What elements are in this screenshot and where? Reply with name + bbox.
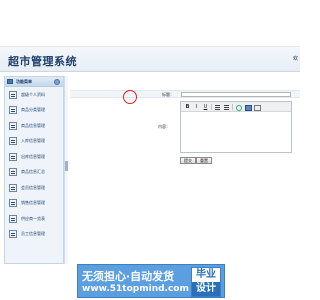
sidebar-item-member[interactable]: 会员信息管理 <box>5 180 63 196</box>
sidebar-item-category[interactable]: 商品分类管理 <box>5 103 63 119</box>
watermark-url: www.51topmind.com <box>82 284 189 294</box>
watermark-slogan: 无须担心·自动发货 <box>82 270 175 283</box>
document-icon <box>9 106 17 115</box>
document-icon <box>9 214 17 223</box>
bold-button[interactable]: B <box>184 103 191 110</box>
unordered-list-icon[interactable] <box>223 103 230 110</box>
sidebar: 功能菜单 超级个人资料 商品分类管理 商品信息管理 入库信息管理 出库信息管理 … <box>4 76 64 264</box>
rich-text-editor[interactable]: B I U <box>180 101 292 153</box>
watermark-badge-top: 毕业 <box>196 269 216 280</box>
sidebar-item-stock-out[interactable]: 出库信息管理 <box>5 149 63 165</box>
link-icon[interactable] <box>235 103 242 110</box>
title-label: 标题： <box>162 92 174 97</box>
document-icon <box>9 183 17 192</box>
italic-button[interactable]: I <box>193 103 200 110</box>
menu-icon <box>7 79 13 84</box>
sidebar-item-label: 会员信息管理 <box>21 184 45 190</box>
underline-button[interactable]: U <box>202 103 209 110</box>
app-header: 超市管理系统 欢 <box>0 46 300 72</box>
watermark-banner: 无须担心·自动发货 www.51topmind.com 毕业 设计 <box>77 264 225 298</box>
collapse-icon[interactable] <box>54 79 60 85</box>
document-icon <box>9 137 17 146</box>
sidebar-item-label: 销售信息管理 <box>21 200 45 206</box>
editor-toolbar: B I U <box>181 102 291 112</box>
sidebar-item-label: 商品信息管理 <box>21 122 45 128</box>
sidebar-item-product[interactable]: 商品信息管理 <box>5 118 63 134</box>
app-window: 超市管理系统 欢 功能菜单 超级个人资料 商品分类管理 商品信息管理 入库信息管… <box>0 0 300 300</box>
document-icon <box>9 121 17 130</box>
sidebar-item-label: 出库信息管理 <box>21 153 45 159</box>
watermark-badge-bottom: 设计 <box>192 282 220 296</box>
toolbar-divider <box>211 103 212 110</box>
sidebar-item-label: 商品分类管理 <box>21 107 45 113</box>
main-panel: 标题： 内容： B I U 提交 重置 <box>70 76 300 264</box>
app-title: 超市管理系统 <box>8 55 77 68</box>
toolbar-divider <box>232 103 233 110</box>
welcome-text: 欢 <box>292 56 298 62</box>
submit-button[interactable]: 提交 <box>180 157 196 164</box>
sidebar-item-label: 员工信息管理 <box>21 231 45 237</box>
document-icon <box>9 168 17 177</box>
sidebar-item-label: 入库信息管理 <box>21 138 45 144</box>
sidebar-item-label: 商品信息汇总 <box>21 169 45 175</box>
document-icon <box>9 199 17 208</box>
watermark-logo: 毕业 设计 <box>191 267 221 297</box>
sidebar-item-stock-in[interactable]: 入库信息管理 <box>5 134 63 150</box>
sidebar-item-label: 供应商一览表 <box>21 215 45 221</box>
reset-button[interactable]: 重置 <box>196 157 212 164</box>
splitter-handle[interactable] <box>65 161 68 171</box>
sidebar-header: 功能菜单 <box>5 77 63 87</box>
ordered-list-icon[interactable] <box>214 103 221 110</box>
editor-content[interactable] <box>181 112 291 152</box>
sidebar-item-profile[interactable]: 超级个人资料 <box>5 87 63 103</box>
sidebar-item-sales[interactable]: 销售信息管理 <box>5 196 63 212</box>
sidebar-splitter[interactable] <box>64 76 68 264</box>
sidebar-item-label: 超级个人资料 <box>21 91 45 97</box>
document-icon <box>9 90 17 99</box>
content-label: 内容： <box>158 124 170 129</box>
sidebar-title: 功能菜单 <box>16 79 32 84</box>
source-icon[interactable] <box>253 103 260 110</box>
title-input[interactable] <box>181 92 291 97</box>
sidebar-item-staff[interactable]: 员工信息管理 <box>5 227 63 243</box>
sidebar-item-summary[interactable]: 商品信息汇总 <box>5 165 63 181</box>
document-icon <box>9 152 17 161</box>
sidebar-item-supplier[interactable]: 供应商一览表 <box>5 211 63 227</box>
image-icon[interactable] <box>244 103 251 110</box>
title-row: 标题： <box>70 90 300 98</box>
document-icon <box>9 230 17 239</box>
annotation-circle <box>123 90 137 104</box>
